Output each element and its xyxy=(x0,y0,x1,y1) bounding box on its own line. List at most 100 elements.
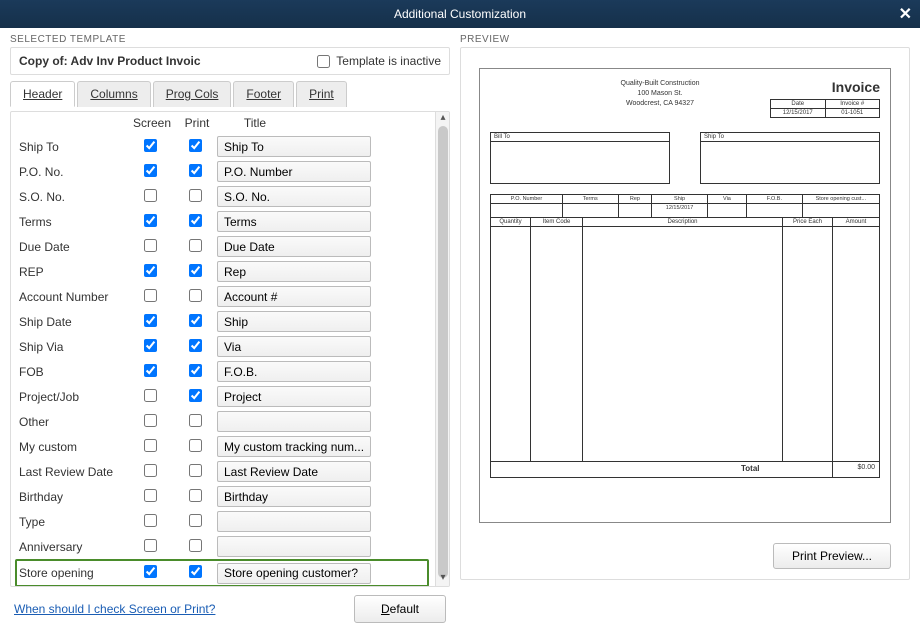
tab-prog-cols[interactable]: Prog Cols xyxy=(153,81,232,107)
screen-checkbox[interactable] xyxy=(144,389,157,402)
field-row: Ship Via xyxy=(19,334,429,359)
screen-checkbox[interactable] xyxy=(144,364,157,377)
title-input[interactable] xyxy=(217,336,371,357)
title-input[interactable] xyxy=(217,311,371,332)
print-checkbox[interactable] xyxy=(189,389,202,402)
title-input[interactable] xyxy=(217,411,371,432)
screen-checkbox[interactable] xyxy=(144,289,157,302)
screen-checkbox[interactable] xyxy=(144,464,157,477)
title-input[interactable] xyxy=(217,361,371,382)
default-button[interactable]: Default xyxy=(354,595,446,623)
title-input[interactable] xyxy=(217,563,371,584)
preview-billto-box: Bill To xyxy=(490,132,670,184)
screen-checkbox[interactable] xyxy=(144,439,157,452)
scroll-down-icon[interactable]: ▾ xyxy=(436,572,450,586)
print-checkbox[interactable] xyxy=(189,139,202,152)
print-checkbox[interactable] xyxy=(189,339,202,352)
title-input[interactable] xyxy=(217,136,371,157)
field-row: P.O. No. xyxy=(19,159,429,184)
title-input[interactable] xyxy=(217,436,371,457)
title-input[interactable] xyxy=(217,511,371,532)
close-icon[interactable]: ✕ xyxy=(899,4,912,24)
field-label: Store opening xyxy=(19,566,127,580)
screen-checkbox[interactable] xyxy=(144,514,157,527)
preview-invoice-title: Invoice xyxy=(770,79,880,95)
title-input[interactable] xyxy=(217,486,371,507)
field-label: Terms xyxy=(19,215,127,229)
title-input[interactable] xyxy=(217,236,371,257)
screen-checkbox[interactable] xyxy=(144,314,157,327)
preview-company: Quality-Built Construction 100 Mason St.… xyxy=(490,79,770,118)
field-row: Type xyxy=(19,509,429,534)
preview-label: PREVIEW xyxy=(460,34,910,47)
print-checkbox[interactable] xyxy=(189,264,202,277)
title-input[interactable] xyxy=(217,161,371,182)
col-header-print: Print xyxy=(175,116,219,130)
screen-checkbox[interactable] xyxy=(144,264,157,277)
screen-checkbox[interactable] xyxy=(144,565,157,578)
template-inactive-checkbox[interactable] xyxy=(317,55,330,68)
title-input[interactable] xyxy=(217,186,371,207)
field-label: P.O. No. xyxy=(19,165,127,179)
screen-checkbox[interactable] xyxy=(144,414,157,427)
field-row: My custom xyxy=(19,434,429,459)
title-input[interactable] xyxy=(217,211,371,232)
preview-total-row: Total $0.00 xyxy=(490,462,880,478)
screen-checkbox[interactable] xyxy=(144,164,157,177)
col-header-screen: Screen xyxy=(129,116,175,130)
preview-box: Quality-Built Construction 100 Mason St.… xyxy=(460,47,910,580)
screen-checkbox[interactable] xyxy=(144,239,157,252)
print-checkbox[interactable] xyxy=(189,464,202,477)
print-checkbox[interactable] xyxy=(189,239,202,252)
field-row: Due Date xyxy=(19,234,429,259)
title-input[interactable] xyxy=(217,536,371,557)
print-checkbox[interactable] xyxy=(189,565,202,578)
tab-print[interactable]: Print xyxy=(296,81,347,107)
field-label: Anniversary xyxy=(19,540,127,554)
screen-checkbox[interactable] xyxy=(144,214,157,227)
scroll-up-icon[interactable]: ▴ xyxy=(436,112,450,126)
print-checkbox[interactable] xyxy=(189,539,202,552)
field-row: Project/Job xyxy=(19,384,429,409)
field-label: Birthday xyxy=(19,490,127,504)
title-input[interactable] xyxy=(217,286,371,307)
print-checkbox[interactable] xyxy=(189,414,202,427)
screen-checkbox[interactable] xyxy=(144,189,157,202)
title-input[interactable] xyxy=(217,261,371,282)
field-row: Other xyxy=(19,409,429,434)
tab-columns[interactable]: Columns xyxy=(77,81,150,107)
print-checkbox[interactable] xyxy=(189,439,202,452)
print-checkbox[interactable] xyxy=(189,364,202,377)
scrollbar-thumb[interactable] xyxy=(438,126,448,578)
screen-checkbox[interactable] xyxy=(144,489,157,502)
screen-checkbox[interactable] xyxy=(144,539,157,552)
print-preview-button[interactable]: Print Preview... xyxy=(773,543,891,569)
tabs: Header Columns Prog Cols Footer Print xyxy=(10,81,450,107)
screen-checkbox[interactable] xyxy=(144,339,157,352)
field-label: FOB xyxy=(19,365,127,379)
field-label: Ship Via xyxy=(19,340,127,354)
field-row: Account Number xyxy=(19,284,429,309)
scrollbar[interactable]: ▴ ▾ xyxy=(435,112,449,586)
print-checkbox[interactable] xyxy=(189,189,202,202)
field-label: Type xyxy=(19,515,127,529)
print-checkbox[interactable] xyxy=(189,164,202,177)
title-input[interactable] xyxy=(217,386,371,407)
tab-header[interactable]: Header xyxy=(10,81,75,107)
title-input[interactable] xyxy=(217,461,371,482)
print-checkbox[interactable] xyxy=(189,289,202,302)
tab-footer[interactable]: Footer xyxy=(233,81,294,107)
field-label: Account Number xyxy=(19,290,127,304)
print-checkbox[interactable] xyxy=(189,514,202,527)
field-label: Ship To xyxy=(19,140,127,154)
print-checkbox[interactable] xyxy=(189,214,202,227)
print-checkbox[interactable] xyxy=(189,314,202,327)
field-label: Last Review Date xyxy=(19,465,127,479)
preview-paper: Quality-Built Construction 100 Mason St.… xyxy=(479,68,891,523)
print-checkbox[interactable] xyxy=(189,489,202,502)
screen-checkbox[interactable] xyxy=(144,139,157,152)
field-label: Ship Date xyxy=(19,315,127,329)
template-inactive-wrap[interactable]: Template is inactive xyxy=(317,54,441,68)
help-link[interactable]: When should I check Screen or Print? xyxy=(14,602,215,616)
field-label: REP xyxy=(19,265,127,279)
